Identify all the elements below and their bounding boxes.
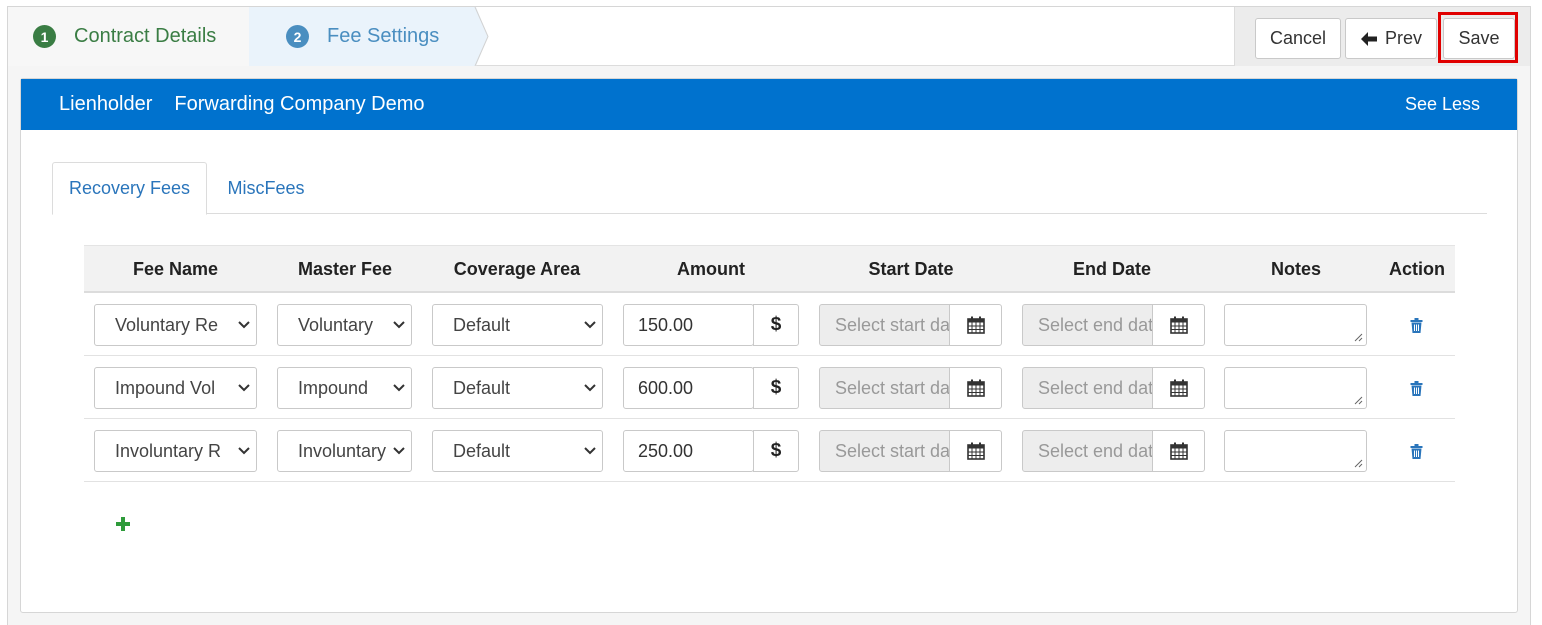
end-date-calendar-button[interactable] xyxy=(1152,430,1205,472)
resize-handle-icon xyxy=(1354,459,1363,468)
calendar-icon xyxy=(1169,442,1188,460)
notes-textarea[interactable] xyxy=(1224,304,1367,346)
chevron-down-icon xyxy=(578,384,602,392)
step-label: Fee Settings xyxy=(327,25,440,47)
start-date-input[interactable]: Select start date xyxy=(819,430,950,472)
header-coverage-area: Coverage Area xyxy=(453,258,581,279)
header-amount: Amount xyxy=(677,258,745,279)
start-date-calendar-button[interactable] xyxy=(949,430,1002,472)
step-label: Contract Details xyxy=(74,25,217,47)
chevron-down-icon xyxy=(232,447,256,455)
calendar-icon xyxy=(1169,379,1188,397)
header-end-date: End Date xyxy=(1072,258,1151,279)
coverage-area-value: Default xyxy=(453,440,511,461)
arrow-left-icon xyxy=(1360,31,1377,46)
fee-name-value: Impound Vol xyxy=(115,377,216,398)
trash-icon[interactable] xyxy=(1402,367,1430,409)
cancel-button[interactable]: Cancel xyxy=(1255,18,1341,59)
currency-addon: $ xyxy=(753,430,799,472)
amount-input[interactable]: 150.00 xyxy=(623,304,754,346)
resize-handle-icon xyxy=(1354,396,1363,405)
step-number-badge: 2 xyxy=(286,25,309,48)
prev-button[interactable]: Prev xyxy=(1345,18,1437,59)
start-date-calendar-button[interactable] xyxy=(949,304,1002,346)
master-fee-select[interactable]: Voluntary xyxy=(277,304,412,346)
currency-addon: $ xyxy=(753,367,799,409)
table-row: Involuntary R Involuntary Default 250.00… xyxy=(84,419,1455,482)
fee-name-select[interactable]: Voluntary Re xyxy=(94,304,257,346)
fee-table: Fee Name Master Fee Coverage Area Amount… xyxy=(84,245,1455,482)
calendar-icon xyxy=(966,442,985,460)
end-date-calendar-button[interactable] xyxy=(1152,304,1205,346)
start-date-input[interactable]: Select start date xyxy=(819,367,950,409)
start-date-input[interactable]: Select start date xyxy=(819,304,950,346)
panel-header: Lienholder Forwarding Company Demo See L… xyxy=(21,79,1517,130)
header-action: Action xyxy=(1389,258,1445,279)
coverage-area-select[interactable]: Default xyxy=(432,430,603,472)
fee-name-value: Involuntary R xyxy=(115,440,222,461)
chevron-down-icon xyxy=(578,321,602,329)
master-fee-select[interactable]: Impound xyxy=(277,367,412,409)
plus-icon[interactable] xyxy=(115,516,135,536)
tab-misc-fees[interactable]: MiscFees xyxy=(209,162,323,214)
coverage-area-value: Default xyxy=(453,314,511,335)
header-notes: Notes xyxy=(1270,258,1321,279)
step-separator-chevron xyxy=(464,7,489,66)
end-date-calendar-button[interactable] xyxy=(1152,367,1205,409)
lienholder-label: Lienholder xyxy=(59,93,153,115)
trash-icon[interactable] xyxy=(1402,304,1430,346)
amount-input[interactable]: 250.00 xyxy=(623,430,754,472)
prev-button-label: Prev xyxy=(1384,28,1422,48)
end-date-input[interactable]: Select end date xyxy=(1022,304,1153,346)
end-date-input[interactable]: Select end date xyxy=(1022,430,1153,472)
currency-addon: $ xyxy=(753,304,799,346)
fee-name-value: Voluntary Re xyxy=(115,314,219,335)
wizard-step-fee-settings[interactable]: 2 Fee Settings xyxy=(249,7,465,66)
fee-tabs: Recovery Fees MiscFees xyxy=(52,162,1487,215)
chevron-down-icon xyxy=(578,447,602,455)
resize-handle-icon xyxy=(1354,333,1363,342)
fee-name-select[interactable]: Impound Vol xyxy=(94,367,257,409)
header-master-fee: Master Fee xyxy=(297,258,393,279)
master-fee-select[interactable]: Involuntary xyxy=(277,430,412,472)
lienholder-name: Forwarding Company Demo xyxy=(174,93,425,115)
wizard-steps: 1 Contract Details 2 Fee Settings Cancel… xyxy=(8,7,1530,66)
master-fee-value: Impound xyxy=(298,377,369,398)
step-number-badge: 1 xyxy=(33,25,56,48)
coverage-area-value: Default xyxy=(453,377,511,398)
calendar-icon xyxy=(966,316,985,334)
master-fee-value: Involuntary xyxy=(298,440,387,461)
chevron-down-icon xyxy=(387,384,411,392)
table-header: Fee Name Master Fee Coverage Area Amount… xyxy=(84,245,1455,293)
table-row: Impound Vol Impound Default 600.00 $ Sel… xyxy=(84,356,1455,419)
fee-name-select[interactable]: Involuntary R xyxy=(94,430,257,472)
wizard-step-contract-details[interactable]: 1 Contract Details xyxy=(8,7,248,66)
notes-textarea[interactable] xyxy=(1224,367,1367,409)
notes-textarea[interactable] xyxy=(1224,430,1367,472)
header-fee-name: Fee Name xyxy=(132,258,219,279)
fee-settings-panel: Lienholder Forwarding Company Demo See L… xyxy=(20,78,1518,613)
see-less-link[interactable]: See Less xyxy=(1405,94,1480,115)
chevron-down-icon xyxy=(387,321,411,329)
calendar-icon xyxy=(1169,316,1188,334)
calendar-icon xyxy=(966,379,985,397)
save-button-highlight xyxy=(1438,12,1518,63)
coverage-area-select[interactable]: Default xyxy=(432,304,603,346)
tab-recovery-fees[interactable]: Recovery Fees xyxy=(52,162,207,215)
start-date-calendar-button[interactable] xyxy=(949,367,1002,409)
amount-input[interactable]: 600.00 xyxy=(623,367,754,409)
master-fee-value: Voluntary xyxy=(298,314,374,335)
chevron-down-icon xyxy=(387,447,411,455)
chevron-down-icon xyxy=(232,384,256,392)
table-row: Voluntary Re Voluntary Default 150.00 $ … xyxy=(84,293,1455,356)
header-start-date: Start Date xyxy=(868,258,954,279)
chevron-down-icon xyxy=(232,321,256,329)
trash-icon[interactable] xyxy=(1402,430,1430,472)
coverage-area-select[interactable]: Default xyxy=(432,367,603,409)
end-date-input[interactable]: Select end date xyxy=(1022,367,1153,409)
